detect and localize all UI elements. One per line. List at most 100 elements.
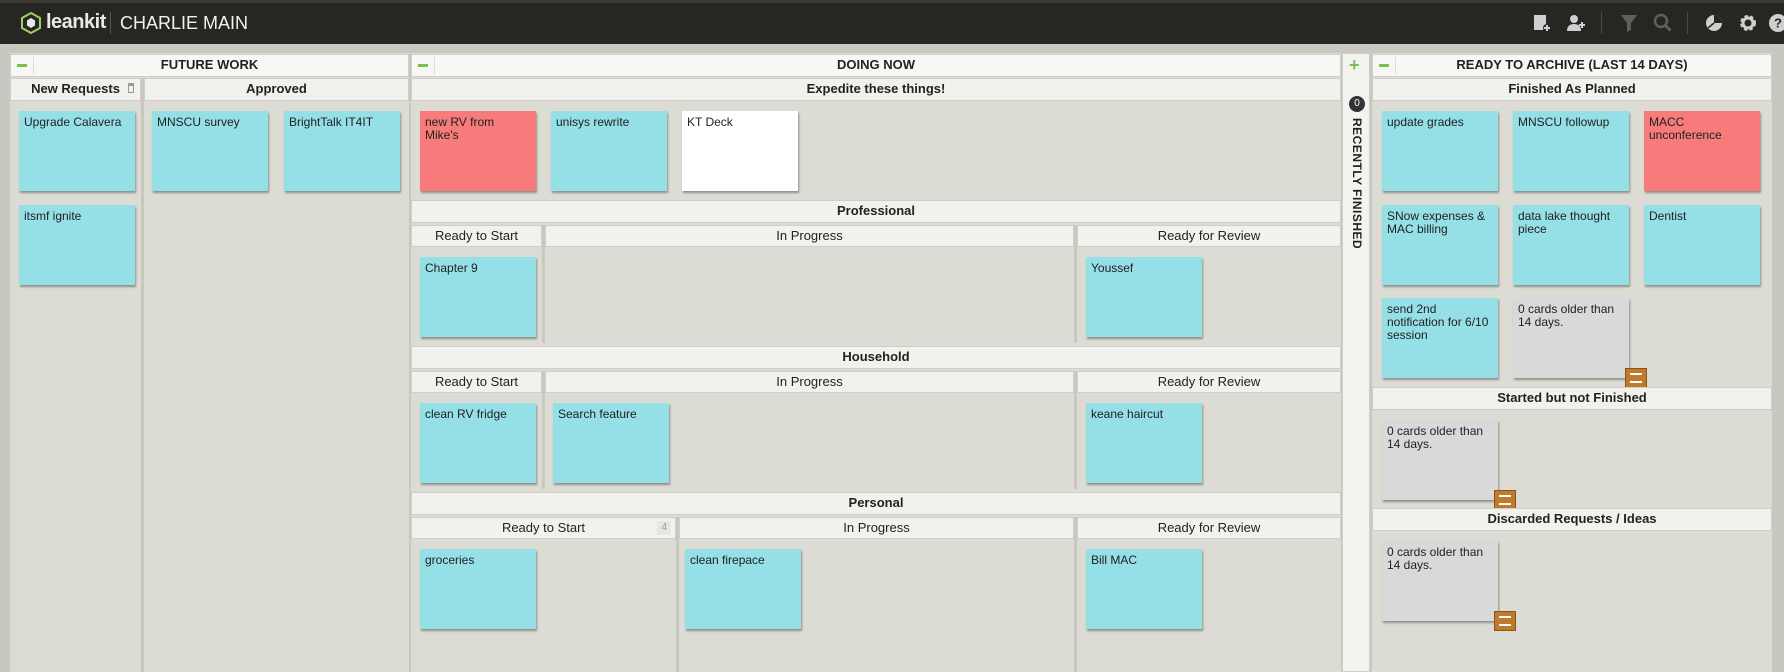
approved-header[interactable]: Approved	[144, 78, 409, 101]
card[interactable]: Upgrade Calavera	[19, 111, 135, 191]
future-work-header[interactable]: FUTURE WORK	[10, 54, 409, 77]
card[interactable]: groceries	[420, 549, 536, 629]
lane-divider	[1074, 371, 1077, 489]
card[interactable]: Youssef	[1086, 257, 1202, 337]
analytics-icon[interactable]	[1703, 13, 1725, 35]
card[interactable]: KT Deck	[682, 111, 798, 191]
started-not-finished-header[interactable]: Started but not Finished	[1372, 387, 1772, 410]
column-title: Ready to Start	[501, 520, 586, 535]
discarded-header[interactable]: Discarded Requests / Ideas	[1372, 508, 1772, 531]
card[interactable]: itsmf ignite	[19, 205, 135, 285]
lane-title: FUTURE WORK	[160, 57, 259, 72]
ready-for-review-header[interactable]: Ready for Review	[1077, 225, 1341, 247]
card[interactable]: MACC unconference	[1644, 111, 1760, 191]
column-title: Ready for Review	[1157, 520, 1261, 535]
wip-count: 4	[657, 521, 671, 535]
card[interactable]: Bill MAC	[1086, 549, 1202, 629]
collapse-icon[interactable]	[17, 64, 27, 67]
older-cards-placeholder[interactable]: 0 cards older than 14 days.	[1382, 541, 1516, 631]
column-title: Ready to Start	[434, 374, 519, 389]
ready-for-review-header[interactable]: Ready for Review	[1077, 517, 1341, 539]
in-progress-header[interactable]: In Progress	[545, 371, 1074, 393]
personal-header[interactable]: Personal	[411, 492, 1341, 515]
ready-to-start-header[interactable]: Ready to Start 4	[411, 517, 676, 539]
leankit-logo-icon	[21, 12, 41, 34]
card[interactable]: clean firepace	[685, 549, 801, 629]
column-title: Ready for Review	[1157, 374, 1261, 389]
top-bar: leankit CHARLIE MAIN ?	[0, 0, 1784, 44]
lane-title: Started but not Finished	[1497, 390, 1647, 405]
toolbar-divider	[1601, 12, 1602, 34]
in-progress-header[interactable]: In Progress	[545, 225, 1074, 247]
pin-icon[interactable]	[128, 83, 134, 93]
column-title: Ready for Review	[1157, 228, 1261, 243]
lane-title: New Requests	[31, 81, 120, 96]
older-cards-text: 0 cards older than 14 days.	[1387, 424, 1484, 451]
lane-title: Expedite these things!	[806, 81, 946, 96]
card[interactable]: Search feature	[553, 403, 669, 483]
lane-divider	[542, 225, 545, 343]
collapse-icon[interactable]	[418, 64, 428, 67]
brand-name[interactable]: leankit	[46, 11, 106, 34]
grip-divider	[33, 57, 34, 75]
recently-finished-count: 0	[1349, 96, 1365, 112]
card[interactable]: Chapter 9	[420, 257, 536, 337]
new-requests-header[interactable]: New Requests	[10, 78, 141, 101]
lane-title: DOING NOW	[837, 57, 915, 72]
card[interactable]: MNSCU survey	[152, 111, 268, 191]
in-progress-header[interactable]: In Progress	[679, 517, 1074, 539]
topbar-separator	[110, 12, 111, 34]
finished-as-planned-header[interactable]: Finished As Planned	[1372, 78, 1772, 101]
older-cards-placeholder[interactable]: 0 cards older than 14 days.	[1513, 298, 1647, 388]
lane-divider	[542, 371, 545, 489]
card[interactable]: unisys rewrite	[551, 111, 667, 191]
lane-title: Approved	[246, 81, 307, 96]
lane-title: Personal	[848, 495, 904, 510]
household-header[interactable]: Household	[411, 346, 1341, 369]
search-icon[interactable]	[1652, 13, 1674, 35]
expedite-header[interactable]: Expedite these things!	[411, 78, 1341, 101]
board-edge	[1772, 53, 1784, 672]
card[interactable]: MNSCU followup	[1513, 111, 1629, 191]
archive-icon[interactable]	[1494, 611, 1516, 631]
lane-title: Professional	[836, 203, 916, 218]
doing-now-header[interactable]: DOING NOW	[411, 54, 1341, 77]
card[interactable]: data lake thought piece	[1513, 205, 1629, 285]
card[interactable]: clean RV fridge	[420, 403, 536, 483]
archive-icon[interactable]	[1494, 490, 1516, 510]
card[interactable]: BrightTalk IT4IT	[284, 111, 400, 191]
add-user-icon[interactable]	[1565, 13, 1587, 35]
card[interactable]: send 2nd notification for 6/10 session	[1382, 298, 1498, 378]
professional-header[interactable]: Professional	[411, 200, 1341, 223]
card[interactable]: new RV from Mike's	[420, 111, 536, 191]
card[interactable]: SNow expenses & MAC billing	[1382, 205, 1498, 285]
expand-plus-icon[interactable]: +	[1349, 55, 1360, 76]
lane-title: Finished As Planned	[1508, 81, 1636, 96]
card[interactable]: keane haircut	[1086, 403, 1202, 483]
lane-title: Discarded Requests / Ideas	[1487, 511, 1657, 526]
board-title[interactable]: CHARLIE MAIN	[120, 13, 248, 34]
column-title: In Progress	[776, 228, 843, 243]
ready-for-review-header[interactable]: Ready for Review	[1077, 371, 1341, 393]
ready-to-start-header[interactable]: Ready to Start	[411, 371, 542, 393]
toolbar-divider	[1687, 12, 1688, 34]
lane-divider	[141, 78, 144, 672]
filter-icon[interactable]	[1618, 13, 1640, 35]
lane-title: Household	[842, 349, 910, 364]
card[interactable]: Dentist	[1644, 205, 1760, 285]
older-cards-placeholder[interactable]: 0 cards older than 14 days.	[1382, 420, 1516, 510]
settings-icon[interactable]	[1737, 13, 1759, 35]
archive-icon[interactable]	[1625, 368, 1647, 388]
help-icon[interactable]: ?	[1768, 13, 1784, 35]
ready-to-start-header[interactable]: Ready to Start	[411, 225, 542, 247]
column-title: In Progress	[776, 374, 843, 389]
ready-to-archive-header[interactable]: READY TO ARCHIVE (LAST 14 DAYS)	[1372, 54, 1772, 77]
grip-divider	[434, 57, 435, 75]
add-card-icon[interactable]	[1531, 13, 1553, 35]
column-title: In Progress	[843, 520, 910, 535]
card[interactable]: update grades	[1382, 111, 1498, 191]
collapse-icon[interactable]	[1379, 64, 1389, 67]
lane-divider	[1074, 225, 1077, 343]
column-title: Ready to Start	[434, 228, 519, 243]
recently-finished-label: RECENTLY FINISHED	[1350, 118, 1364, 250]
